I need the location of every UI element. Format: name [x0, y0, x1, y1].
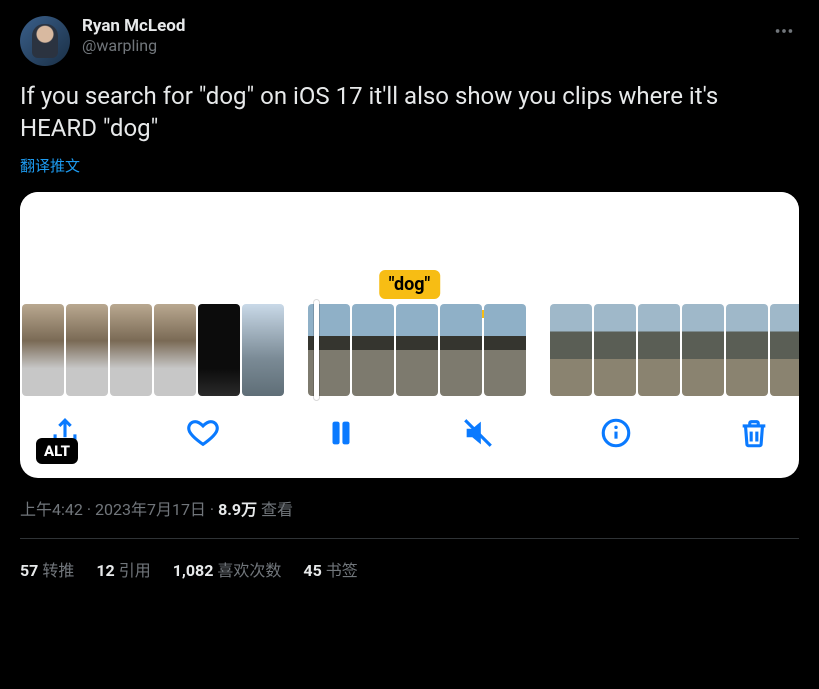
stat-retweets[interactable]: 57转推	[20, 557, 74, 581]
clip-group-2[interactable]	[308, 304, 526, 396]
display-name: Ryan McLeod	[82, 16, 757, 36]
clip-thumbnail[interactable]	[440, 304, 482, 396]
clip-thumbnail[interactable]	[396, 304, 438, 396]
handle: @warpling	[82, 36, 757, 55]
clip-group-1[interactable]	[22, 304, 284, 396]
views-label: 查看	[261, 500, 293, 519]
playhead[interactable]	[314, 300, 319, 400]
clip-group-3[interactable]	[550, 304, 799, 396]
clip-thumbnail[interactable]	[682, 304, 724, 396]
tweet-text: If you search for "dog" on iOS 17 it'll …	[20, 80, 799, 145]
views-count: 8.9万	[218, 500, 257, 519]
tweet-date[interactable]: 2023年7月17日	[95, 500, 206, 519]
heart-icon[interactable]	[186, 416, 220, 454]
trash-icon[interactable]	[737, 416, 771, 454]
clip-thumbnail[interactable]	[352, 304, 394, 396]
tweet: Ryan McLeod @warpling If you search for …	[0, 0, 819, 581]
clip-thumbnail[interactable]	[594, 304, 636, 396]
clip-thumbnail[interactable]	[770, 304, 799, 396]
alt-badge[interactable]: ALT	[36, 438, 78, 464]
clip-thumbnail[interactable]	[484, 304, 526, 396]
mute-icon[interactable]	[461, 416, 495, 454]
author-names[interactable]: Ryan McLeod @warpling	[82, 16, 757, 55]
translate-link[interactable]: 翻译推文	[20, 155, 80, 176]
clip-thumbnail[interactable]	[110, 304, 152, 396]
clip-thumbnail[interactable]	[550, 304, 592, 396]
meta-line: 上午4:42 2023年7月17日 8.9万 查看	[20, 496, 799, 520]
media-card[interactable]: "dog"	[20, 192, 799, 478]
clip-thumbnail[interactable]	[154, 304, 196, 396]
info-icon[interactable]	[599, 416, 633, 454]
clip-thumbnail[interactable]	[638, 304, 680, 396]
stat-likes[interactable]: 1,082喜欢次数	[173, 557, 282, 581]
stats-row: 57转推 12引用 1,082喜欢次数 45书签	[20, 539, 799, 581]
media-toolbar	[20, 398, 799, 478]
timeline[interactable]	[20, 302, 799, 398]
stat-bookmarks[interactable]: 45书签	[303, 557, 357, 581]
clip-thumbnail[interactable]	[66, 304, 108, 396]
clip-thumbnail[interactable]	[242, 304, 284, 396]
more-icon[interactable]	[769, 16, 799, 50]
stat-quotes[interactable]: 12引用	[96, 557, 150, 581]
media-top: "dog"	[20, 192, 799, 302]
clip-thumbnail[interactable]	[198, 304, 240, 396]
clip-thumbnail[interactable]	[726, 304, 768, 396]
avatar[interactable]	[20, 16, 70, 66]
pause-icon[interactable]	[324, 416, 358, 454]
tweet-header: Ryan McLeod @warpling	[20, 16, 799, 66]
tweet-time[interactable]: 上午4:42	[20, 500, 83, 519]
search-tag: "dog"	[379, 270, 441, 299]
clip-thumbnail[interactable]	[22, 304, 64, 396]
